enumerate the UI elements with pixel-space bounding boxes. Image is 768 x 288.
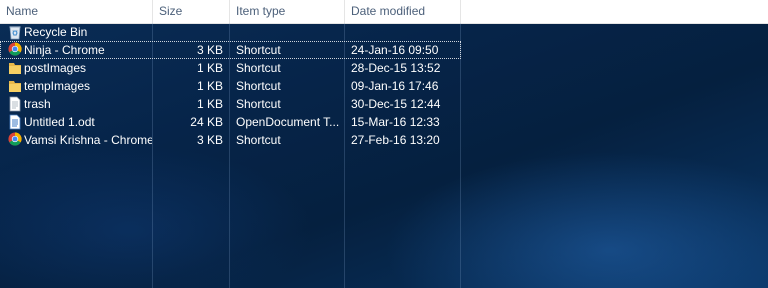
- file-date-modified: 09-Jan-16 17:46: [351, 79, 439, 93]
- chrome-icon: [8, 42, 22, 58]
- document-icon: [8, 114, 22, 130]
- file-name: postImages: [24, 61, 87, 75]
- file-date-modified: 30-Dec-15 12:44: [351, 97, 441, 111]
- file-row[interactable]: trash 1 KB Shortcut 30-Dec-15 12:44: [0, 95, 461, 113]
- file-size: 1 KB: [196, 79, 223, 93]
- column-header-size[interactable]: Size: [153, 0, 230, 23]
- file-size: 24 KB: [190, 115, 223, 129]
- file-name: Ninja - Chrome: [24, 43, 105, 57]
- file-date-modified: 27-Feb-16 13:20: [351, 133, 440, 147]
- column-header-name[interactable]: Name: [0, 0, 153, 23]
- file-name: tempImages: [24, 79, 91, 93]
- text-file-icon: [8, 96, 22, 112]
- file-date-modified: 28-Dec-15 13:52: [351, 61, 441, 75]
- file-size: 3 KB: [196, 133, 223, 147]
- file-size: 1 KB: [196, 61, 223, 75]
- file-type: Shortcut: [236, 97, 281, 111]
- file-row[interactable]: Untitled 1.odt 24 KB OpenDocument T... 15-M…: [0, 113, 461, 131]
- file-name: trash: [24, 97, 51, 111]
- file-row[interactable]: Recycle Bin: [0, 23, 461, 41]
- file-type: Shortcut: [236, 133, 281, 147]
- file-size: 3 KB: [196, 43, 223, 57]
- file-date-modified: [351, 23, 459, 41]
- file-name: Vamsi Krishna - Chrome: [24, 133, 152, 147]
- file-row[interactable]: postImages 1 KB Shortcut 28-Dec-15 13:52: [0, 59, 461, 77]
- file-type: Shortcut: [236, 43, 281, 57]
- file-date-modified: 24-Jan-16 09:50: [351, 43, 439, 57]
- file-name: Recycle Bin: [24, 25, 88, 39]
- file-size: [153, 23, 223, 41]
- file-type: Shortcut: [236, 79, 281, 93]
- file-name: Untitled 1.odt: [24, 115, 95, 129]
- file-date-modified: 15-Mar-16 12:33: [351, 115, 440, 129]
- column-header-date-modified[interactable]: Date modified: [345, 0, 461, 23]
- file-type: [236, 23, 342, 41]
- folder-icon: [8, 60, 22, 76]
- folder-icon: [8, 78, 22, 94]
- chrome-icon: [8, 132, 22, 148]
- file-row[interactable]: tempImages 1 KB Shortcut 09-Jan-16 17:46: [0, 77, 461, 95]
- column-header-item-type[interactable]: Item type: [230, 0, 345, 23]
- file-type: Shortcut: [236, 61, 281, 75]
- file-size: 1 KB: [196, 97, 223, 111]
- file-type: OpenDocument T...: [236, 115, 340, 129]
- file-row[interactable]: Vamsi Krishna - Chrome 3 KB Shortcut 27-Feb…: [0, 131, 461, 149]
- column-header-bar: Name Size Item type Date modified: [0, 0, 768, 24]
- file-row[interactable]: Ninja - Chrome 3 KB Shortcut 24-Jan-16 09:5…: [0, 41, 461, 59]
- recycle-bin-icon: [8, 24, 22, 40]
